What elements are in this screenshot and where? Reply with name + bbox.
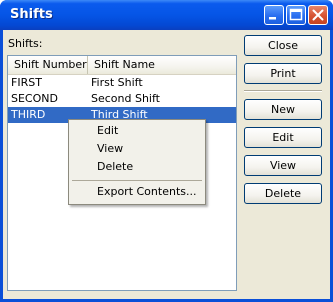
delete-button[interactable]: Delete — [244, 183, 322, 204]
shift-number-cell: SECOND — [11, 92, 58, 105]
shift-name-cell: First Shift — [91, 76, 143, 89]
shift-number-cell: FIRST — [11, 76, 42, 89]
close-button[interactable]: Close — [244, 35, 322, 56]
context-menu-item-view[interactable]: View — [97, 141, 123, 157]
view-button[interactable]: View — [244, 155, 322, 176]
shifts-window: Shifts Shifts: Shift Number Shift Name F… — [0, 0, 333, 302]
shift-name-cell: Second Shift — [91, 92, 160, 105]
shifts-label: Shifts: — [8, 37, 43, 50]
table-row[interactable]: FIRST First Shift — [8, 75, 236, 91]
new-button[interactable]: New — [244, 99, 322, 120]
print-button[interactable]: Print — [244, 63, 322, 84]
window-title: Shifts — [10, 7, 53, 22]
context-menu-item-edit[interactable]: Edit — [97, 123, 118, 139]
title-bar[interactable]: Shifts — [0, 0, 333, 30]
maximize-icon — [289, 8, 303, 21]
edit-button[interactable]: Edit — [244, 127, 322, 148]
minimize-button[interactable] — [264, 5, 284, 25]
context-menu-separator — [72, 180, 202, 181]
minimize-icon — [269, 17, 276, 20]
table-row[interactable]: SECOND Second Shift — [8, 91, 236, 107]
column-header-shift-name[interactable]: Shift Name — [88, 56, 236, 74]
context-menu: Edit View Delete Export Contents... — [68, 119, 206, 205]
close-icon — [312, 9, 324, 21]
button-separator — [244, 90, 322, 92]
context-menu-item-export-contents[interactable]: Export Contents... — [97, 184, 196, 200]
column-header-shift-number[interactable]: Shift Number — [8, 56, 88, 74]
window-close-button[interactable] — [308, 5, 328, 25]
shift-number-cell: THIRD — [11, 108, 46, 121]
context-menu-item-delete[interactable]: Delete — [97, 159, 133, 175]
maximize-button[interactable] — [286, 5, 306, 25]
list-header: Shift Number Shift Name — [8, 56, 236, 75]
